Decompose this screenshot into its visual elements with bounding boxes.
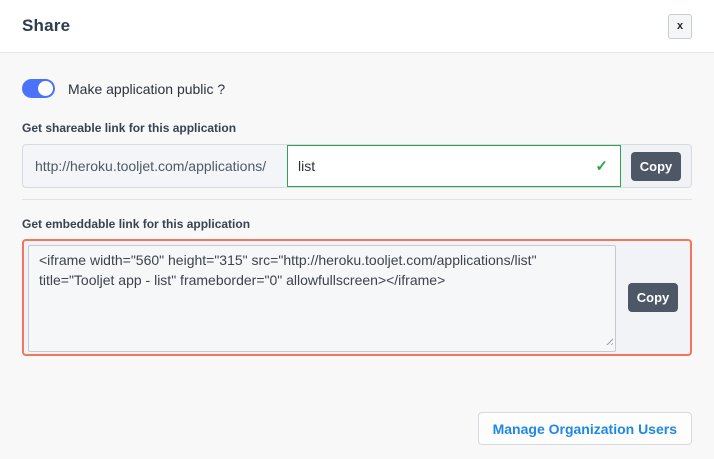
public-toggle-row: Make application public ? (22, 53, 692, 98)
toggle-knob-icon (38, 81, 53, 96)
embed-code-group: <iframe width="560" height="315" src="ht… (22, 239, 692, 356)
modal-title: Share (22, 16, 70, 36)
slug-input[interactable] (288, 146, 620, 186)
slug-input-wrap: ✓ (287, 145, 621, 187)
copy-embed-button[interactable]: Copy (628, 283, 678, 312)
manage-organization-users-button[interactable]: Manage Organization Users (478, 412, 692, 445)
public-toggle-label: Make application public ? (68, 81, 225, 97)
valid-check-icon: ✓ (595, 157, 608, 175)
modal-header: Share x (0, 0, 714, 53)
shareable-link-group: http://heroku.tooljet.com/applications/ … (22, 144, 692, 188)
embed-textarea-wrap: <iframe width="560" height="315" src="ht… (28, 245, 616, 350)
url-prefix: http://heroku.tooljet.com/applications/ (23, 145, 287, 187)
section-divider (22, 199, 692, 200)
shareable-link-label: Get shareable link for this application (22, 121, 692, 135)
embeddable-link-label: Get embeddable link for this application (22, 217, 692, 231)
modal-body: Make application public ? Get shareable … (0, 53, 714, 458)
embed-code-textarea[interactable]: <iframe width="560" height="315" src="ht… (28, 245, 616, 352)
copy-link-button[interactable]: Copy (631, 152, 681, 181)
public-toggle[interactable] (22, 79, 55, 98)
close-button[interactable]: x (668, 14, 692, 39)
modal-footer: Manage Organization Users (22, 412, 692, 445)
